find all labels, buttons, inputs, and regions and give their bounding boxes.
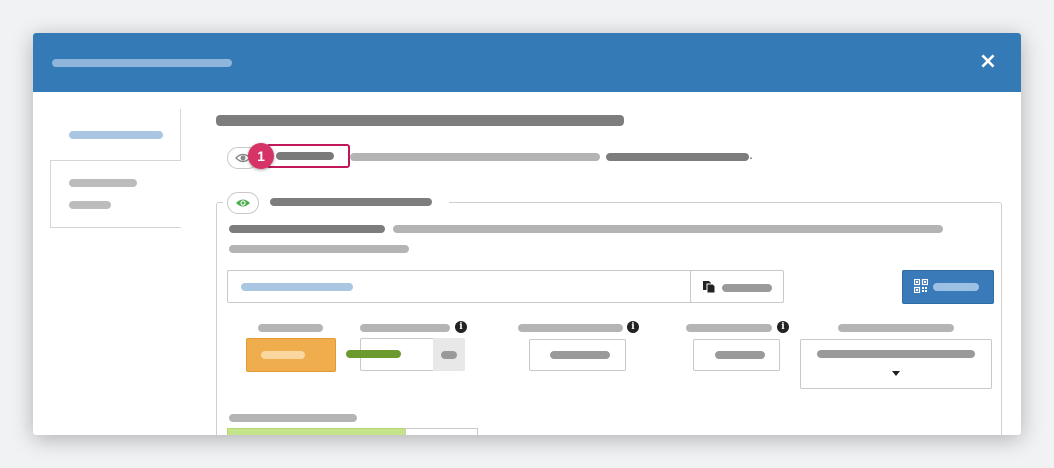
- sidebar-tab-label: [69, 179, 137, 187]
- settings-panel: [216, 202, 1002, 435]
- setting-select-value: [817, 350, 975, 358]
- setting-select[interactable]: [800, 339, 992, 389]
- setting-label-4: [686, 324, 772, 332]
- bottom-input[interactable]: [405, 428, 478, 435]
- highlighted-field[interactable]: [266, 144, 350, 168]
- sidebar-tab-active[interactable]: [50, 109, 181, 161]
- number-input-value: [346, 350, 401, 358]
- url-input-value: [241, 283, 353, 291]
- modal-dialog: × 1 . i i i: [33, 33, 1021, 435]
- status-toggle-label: [261, 351, 305, 359]
- panel-description-line2: [229, 245, 409, 253]
- qr-code-button[interactable]: [902, 270, 994, 304]
- modal-title: [52, 59, 232, 67]
- trailing-period: .: [749, 146, 753, 162]
- description-text: [350, 153, 600, 161]
- info-icon[interactable]: i: [455, 321, 467, 333]
- copy-button[interactable]: [690, 270, 784, 303]
- progress-fill: [227, 428, 407, 435]
- bottom-field-label: [229, 414, 357, 422]
- qr-code-button-label: [933, 283, 979, 291]
- setting-button-3-label: [550, 351, 610, 359]
- close-button[interactable]: ×: [977, 50, 999, 74]
- url-input[interactable]: [227, 270, 693, 303]
- copy-button-label: [722, 284, 772, 292]
- step-badge: 1: [248, 143, 274, 169]
- panel-title: [270, 198, 432, 206]
- sidebar-tab-label: [69, 131, 163, 139]
- setting-label-5: [838, 324, 954, 332]
- setting-label-1: [258, 324, 323, 332]
- info-icon[interactable]: i: [627, 321, 639, 333]
- section-heading: [216, 115, 624, 126]
- setting-button-4-label: [715, 351, 765, 359]
- chevron-down-icon: [892, 371, 900, 376]
- sidebar-tab-sublabel: [69, 201, 111, 209]
- highlighted-field-value: [276, 152, 334, 160]
- description-emphasis: [606, 153, 749, 161]
- panel-visibility-toggle[interactable]: [227, 192, 259, 214]
- modal-header: ×: [33, 33, 1021, 92]
- setting-button-4[interactable]: [693, 339, 780, 371]
- setting-label-3: [518, 324, 623, 332]
- status-toggle-button[interactable]: [246, 338, 336, 372]
- sidebar-tab[interactable]: [50, 160, 181, 228]
- panel-description: [393, 225, 943, 233]
- setting-button-3[interactable]: [529, 339, 626, 371]
- info-icon[interactable]: i: [777, 321, 789, 333]
- number-input-unit: [441, 351, 457, 359]
- panel-description-bold: [229, 225, 385, 233]
- qr-code-icon: [914, 279, 928, 293]
- number-input-addon: [433, 338, 465, 371]
- setting-label-2: [360, 324, 450, 332]
- eye-active-icon: [236, 199, 250, 207]
- copy-icon: [703, 281, 716, 294]
